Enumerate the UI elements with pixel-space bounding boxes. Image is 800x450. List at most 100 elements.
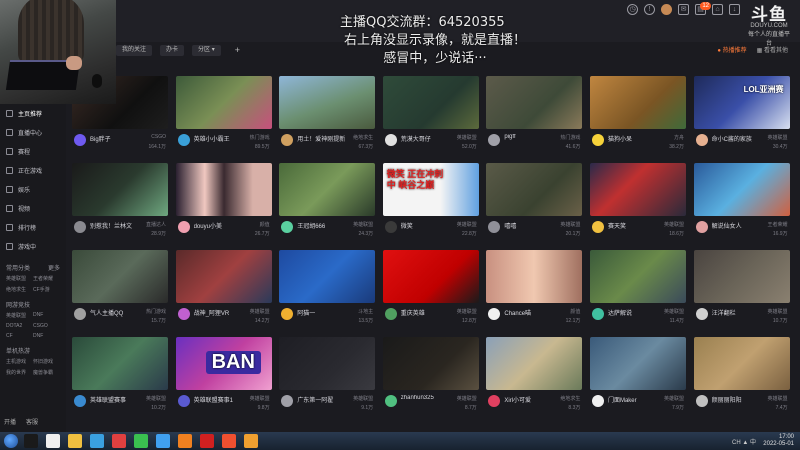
hot-recommend-button[interactable]: ● 热播推荐 [717, 45, 746, 54]
stream-thumbnail[interactable] [693, 250, 790, 303]
stream-category[interactable]: 英雄联盟 [768, 308, 788, 315]
stream-category[interactable]: 英雄联盟 [664, 221, 684, 228]
streamer-avatar[interactable] [591, 308, 604, 320]
streamer-avatar[interactable] [591, 134, 604, 146]
streamer-avatar[interactable] [74, 134, 86, 146]
taskbar-app-icon[interactable] [178, 434, 192, 448]
stream-card[interactable]: Xirl小可爱 绝地求生 8.3万 [486, 337, 583, 424]
go-live-button[interactable]: 开播 [4, 417, 16, 426]
category-link[interactable]: 我的世界 [6, 369, 33, 376]
stream-category[interactable]: 颜值 [570, 308, 580, 315]
streamer-name[interactable]: 门面Maker [608, 395, 660, 404]
stream-category[interactable]: 英雄联盟 [457, 395, 477, 402]
taskbar-app-icon[interactable] [244, 434, 258, 448]
streamer-avatar[interactable] [488, 308, 501, 320]
stream-category[interactable]: 英雄联盟 [457, 221, 477, 228]
streamer-avatar[interactable] [177, 308, 190, 320]
stream-category[interactable]: 王者荣耀 [768, 221, 788, 228]
stream-card[interactable]: 荒漠大哥仔 英雄联盟 52.0万 [382, 76, 480, 163]
history-icon[interactable]: ◷ [627, 4, 638, 15]
streamer-avatar[interactable] [177, 134, 190, 146]
streamer-name[interactable]: 汪洋翻栏 [712, 308, 764, 317]
category-link[interactable]: 怀旧游戏 [33, 358, 60, 365]
category-link[interactable]: 英雄联盟 [6, 312, 33, 319]
stream-card[interactable]: LOL亚洲赛 命小C酱的家族 英雄联盟 30.4万 [693, 76, 791, 163]
stream-category[interactable]: 热门游戏 [560, 134, 580, 141]
streamer-name[interactable]: 命小C酱的家族 [712, 134, 764, 143]
stream-thumbnail[interactable] [486, 250, 583, 303]
streamer-name[interactable]: 王冠胡666 [297, 221, 349, 230]
stream-card[interactable]: 汪洋翻栏 英雄联盟 10.7万 [693, 250, 791, 337]
taskbar-app-icon[interactable] [134, 434, 148, 448]
streamer-avatar[interactable] [281, 395, 294, 407]
category-link[interactable]: 主机游戏 [6, 358, 33, 365]
taskbar-app-icon[interactable] [90, 434, 104, 448]
stream-thumbnail[interactable] [382, 76, 479, 129]
stream-category[interactable]: 英雄联盟 [250, 395, 270, 402]
stream-thumbnail[interactable] [279, 76, 376, 129]
category-link[interactable]: DNF [33, 312, 60, 319]
streamer-avatar[interactable] [74, 395, 86, 407]
streamer-name[interactable]: 别惹我！兰林文 [90, 221, 142, 230]
streamer-avatar[interactable] [591, 395, 604, 407]
stream-thumbnail[interactable] [382, 250, 479, 303]
stream-card[interactable]: pigff 热门游戏 41.6万 [486, 76, 583, 163]
stream-category[interactable]: 英雄联盟 [457, 308, 477, 315]
streamer-name[interactable]: 微笑 [401, 221, 453, 230]
taskbar-app-icon[interactable] [156, 434, 170, 448]
streamer-name[interactable]: 英雄小小霸王 [194, 134, 246, 143]
streamer-avatar[interactable] [281, 221, 294, 233]
sidebar-item-entertainment[interactable]: 娱乐 [0, 180, 66, 199]
stream-thumbnail[interactable] [486, 163, 583, 216]
streamer-name[interactable]: 气人主播QQ [90, 308, 142, 317]
douyu-logo[interactable]: 斗鱼 DOUYU.COM 每个人的直播平台 [746, 6, 792, 47]
sidebar-item-games[interactable]: 游戏中 [0, 237, 66, 256]
streamer-avatar[interactable] [488, 134, 501, 146]
taskbar-app-icon[interactable] [200, 434, 214, 448]
stream-card[interactable]: 用土！爱神刚提新 绝地求生 67.3万 [279, 76, 376, 163]
stream-card[interactable]: 阿猫一 斗地主 13.5万 [279, 250, 376, 337]
stream-thumbnail[interactable] [693, 337, 790, 390]
streamer-avatar[interactable] [695, 395, 708, 407]
stream-category[interactable]: 绝地求生 [353, 134, 373, 141]
streamer-name[interactable]: 用土！爱神刚提新 [297, 134, 349, 143]
stream-thumbnail[interactable] [279, 337, 376, 390]
stream-category[interactable]: 英雄联盟 [353, 221, 373, 228]
clock[interactable]: 17:00 2022-05-01 [763, 434, 794, 448]
streamer-avatar[interactable] [488, 395, 501, 407]
sidebar-item-video[interactable]: 视频 [0, 199, 66, 218]
taskbar-app-icon[interactable] [222, 434, 236, 448]
filter-category[interactable]: 分区 ▾ [192, 44, 221, 56]
stream-category[interactable]: 英雄联盟 [250, 308, 270, 315]
category-link[interactable]: CF [6, 333, 33, 339]
streamer-avatar[interactable] [74, 221, 86, 233]
streamer-avatar[interactable] [384, 134, 397, 146]
streamer-avatar[interactable] [695, 308, 708, 320]
stream-thumbnail[interactable] [693, 163, 790, 216]
stream-thumbnail[interactable] [279, 163, 376, 216]
stream-thumbnail[interactable] [382, 337, 479, 390]
avatar[interactable] [661, 4, 672, 15]
stream-card[interactable]: douyu小美 颜值 26.7万 [175, 163, 273, 250]
category-link[interactable]: 魔兽争霸 [33, 369, 60, 376]
streamer-name[interactable]: 解说仙女人 [712, 221, 764, 230]
streamer-name[interactable]: 重庆英雄 [401, 308, 453, 317]
sidebar-item-gaming[interactable]: 正在游戏 [0, 161, 66, 180]
taskbar-app-icon[interactable] [68, 434, 82, 448]
streamer-avatar[interactable] [281, 134, 294, 146]
taskbar-app-icon[interactable] [46, 434, 60, 448]
stream-thumbnail[interactable] [72, 163, 168, 216]
stream-card[interactable]: 气人主播QQ 热门游戏 15.7万 [72, 250, 169, 337]
stream-thumbnail[interactable] [486, 76, 583, 129]
streamer-name[interactable]: 英雄联盟赛事1 [194, 395, 246, 404]
stream-card[interactable]: 王冠胡666 英雄联盟 24.3万 [279, 163, 376, 250]
stream-thumbnail[interactable] [175, 76, 272, 129]
stream-category[interactable]: 英雄联盟 [768, 134, 788, 141]
category-link[interactable]: CSGO [33, 323, 60, 329]
stream-card[interactable]: 别惹我！兰林文 直播达人 28.9万 [72, 163, 169, 250]
stream-category[interactable]: 英雄联盟 [664, 308, 684, 315]
filter-following[interactable]: 我的关注 [116, 44, 153, 56]
category-link[interactable]: 王者荣耀 [33, 275, 60, 282]
stream-category[interactable]: 英雄联盟 [664, 395, 684, 402]
stream-card[interactable]: Chance喵 颜值 12.1万 [486, 250, 583, 337]
